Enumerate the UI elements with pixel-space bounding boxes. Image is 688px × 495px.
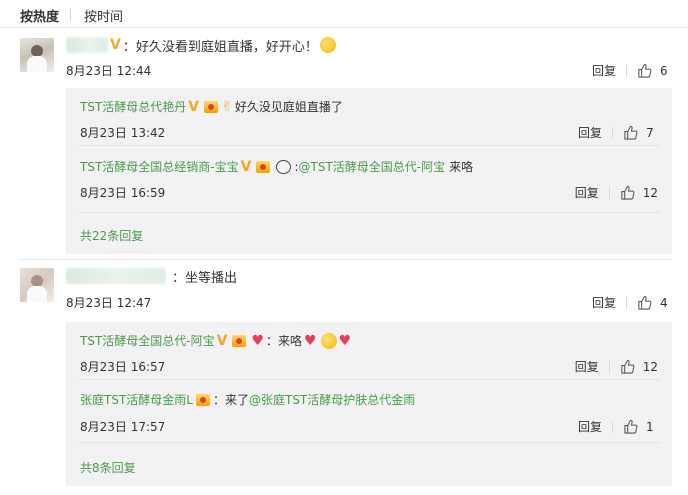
comment-line: V ：好久没看到庭姐直播，好开心！ [66,35,336,55]
thumb-up-icon[interactable] [620,359,635,374]
like-count: 12 [642,359,658,374]
reply-item: TST活酵母全国总代-阿宝 V ♥ ：来咯 ♥ ♥ 8月23日 16:57 回复 [66,322,672,380]
avatar[interactable] [20,268,54,302]
badge-icon [204,100,219,113]
like-count: 12 [642,185,658,200]
sort-by-hot-tab[interactable]: 按热度 [20,6,59,25]
vip-icon: V [240,158,252,175]
comment-item: V ：好久没看到庭姐直播，好开心！ 8月23日 12:44 回复 6 TST活酵… [0,28,688,260]
sort-bar: 按热度 按时间 [0,0,688,28]
badge-icon [195,393,210,406]
reply-time: 8月23日 13:42 [80,126,166,140]
heart-icon: ♥ [304,332,317,349]
reply-button[interactable]: 回复 [578,418,602,435]
comment-actions: 回复 4 [592,294,672,311]
reply-time: 8月23日 16:57 [80,360,166,374]
comment-text: ：坐等播出 [172,270,238,286]
thumb-up-icon[interactable] [637,295,652,310]
victory-hand-icon: ✌ [221,98,233,115]
heart-icon: ♥ [251,332,265,349]
reply-username[interactable]: 张庭TST活酵母金雨L [80,391,193,408]
reply-text: ：来了 [212,393,249,407]
reply-text: ：来咯 [266,334,303,348]
vip-icon: V [188,98,200,115]
heart-icon: ♥ [338,332,352,349]
like-count: 7 [646,125,654,140]
thumb-up-icon[interactable] [623,419,638,434]
emoji-icon [319,37,336,53]
reply-item: TST活酵母全国总经销商-宝宝 V : @TST活酵母全国总代-阿宝 来咯 8月… [80,158,658,201]
comment-page: 按热度 按时间 V ：好久没看到庭姐直播，好开心！ 8月23日 12:44 回复… [0,0,688,495]
sort-by-time-tab[interactable]: 按时间 [84,6,123,25]
reply-username[interactable]: TST活酵母全国总经销商-宝宝 [80,158,239,175]
reply-username[interactable]: TST活酵母总代艳丹 [80,98,186,115]
reply-box: TST活酵母总代艳丹 V ✌ 好久没见庭姐直播了 8月23日 13:42 回复 … [66,88,672,254]
reply-time: 8月23日 16:59 [80,186,166,200]
thumb-up-icon[interactable] [637,63,652,78]
reply-text: 来咯 [449,160,474,174]
comment-text: ：好久没看到庭姐直播，好开心！ [122,39,318,55]
reply-box: TST活酵母全国总代-阿宝 V ♥ ：来咯 ♥ ♥ 8月23日 16:57 回复 [66,322,672,486]
badge-icon [256,160,271,173]
reply-button[interactable]: 回复 [575,358,599,375]
reply-time: 8月23日 17:57 [80,420,166,434]
reply-button[interactable]: 回复 [592,294,616,311]
username-redacted[interactable] [66,37,108,53]
mention-link[interactable]: @TST活酵母全国总代-阿宝 [299,158,446,175]
more-replies-link[interactable]: 共22条回复 [80,227,143,244]
like-count: 6 [660,63,668,78]
like-count: 4 [660,295,668,310]
reply-text: 好久没见庭姐直播了 [234,100,343,114]
sort-divider [70,8,71,21]
more-replies-link[interactable]: 共8条回复 [80,459,136,476]
reply-item: 张庭TST活酵母金雨L ：来了 @张庭TST活酵母护肤总代金雨 8月23日 17… [66,380,672,442]
comment-time: 8月23日 12:47 [66,296,152,310]
comment-time: 8月23日 12:44 [66,64,152,78]
comment-actions: 回复 6 [592,62,672,79]
thumb-up-icon[interactable] [623,125,638,140]
vip-icon: V [110,37,121,53]
reply-button[interactable]: 回复 [575,184,599,201]
reply-item: TST活酵母总代艳丹 V ✌ 好久没见庭姐直播了 8月23日 13:42 回复 … [66,88,672,146]
avatar[interactable] [20,38,54,72]
reply-button[interactable]: 回复 [592,62,616,79]
emoji-icon [320,332,337,349]
badge-icon [232,334,247,347]
comment-item: ：坐等播出 8月23日 12:47 回复 4 TST活酵母全国总代-阿宝 V ♥… [0,260,688,495]
comment-line: ：坐等播出 [66,266,237,286]
reply-button[interactable]: 回复 [578,124,602,141]
like-count: 1 [646,419,654,434]
username-redacted[interactable] [66,268,166,284]
mention-link[interactable]: @张庭TST活酵母护肤总代金雨 [249,391,415,408]
thumb-up-icon[interactable] [620,185,635,200]
panda-icon [276,159,292,174]
vip-icon: V [216,332,228,349]
reply-username[interactable]: TST活酵母全国总代-阿宝 [80,332,215,349]
